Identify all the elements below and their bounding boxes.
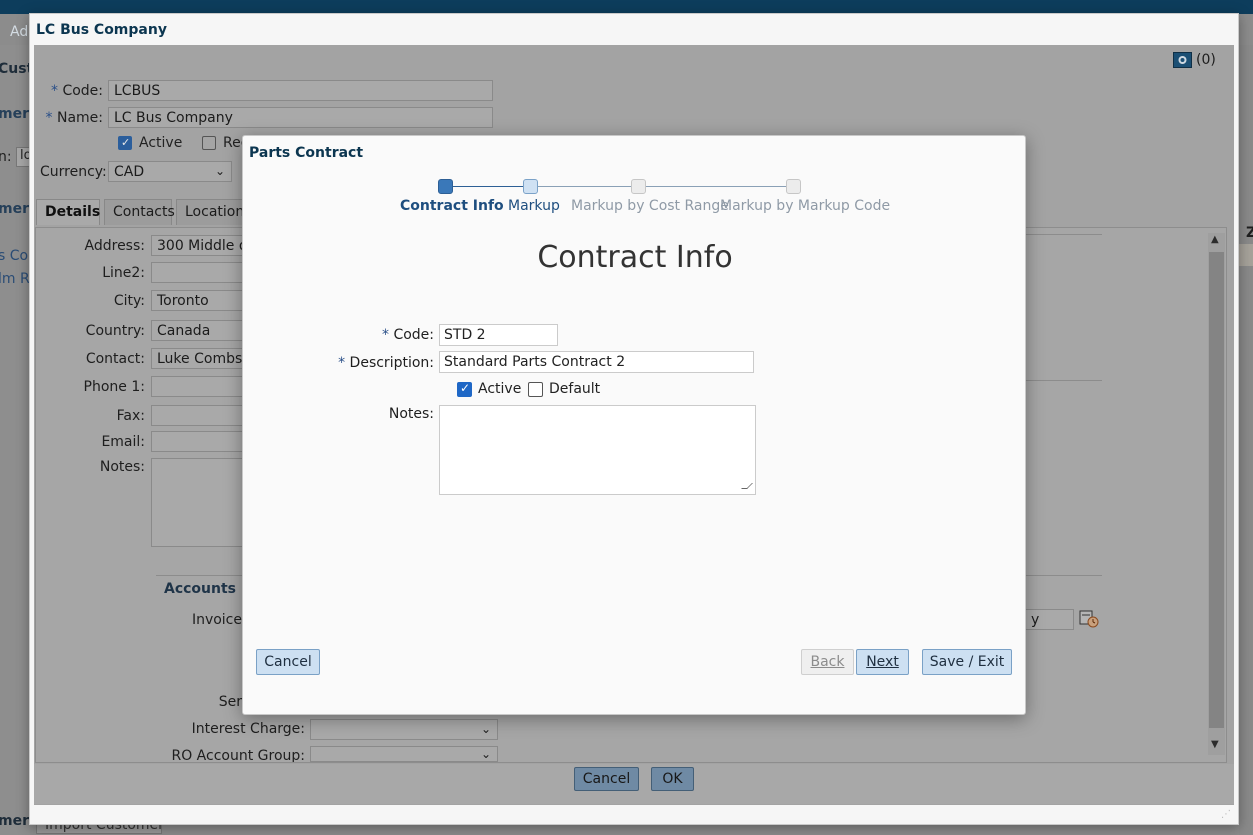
email-label: Email:: [101, 434, 145, 450]
contact-field[interactable]: Luke Combs: [151, 348, 246, 369]
dialog-back-button[interactable]: Back: [801, 649, 854, 675]
textarea-resize-icon[interactable]: [741, 483, 753, 489]
contract-description-label: * Description:: [338, 355, 434, 371]
dialog-save-exit-button[interactable]: Save / Exit: [922, 649, 1012, 675]
customer-active-label: Active: [139, 135, 183, 151]
right-divider-2: [1025, 380, 1102, 381]
customer-name-field[interactable]: LC Bus Company: [108, 107, 493, 128]
step-marker-markup-by-cost-range[interactable]: [631, 179, 646, 194]
attachment-count: (0): [1196, 52, 1216, 68]
address-field[interactable]: 300 Middle of: [151, 235, 246, 256]
camera-icon[interactable]: [1173, 52, 1192, 68]
step-marker-markup-by-markup-code[interactable]: [786, 179, 801, 194]
step-marker-contract-info[interactable]: [438, 179, 453, 194]
country-field[interactable]: Canada: [151, 320, 246, 341]
ro-account-group-label: RO Account Group:: [171, 748, 305, 762]
background-field-peek: lo: [16, 147, 32, 167]
app-header-bar: [0, 0, 1253, 14]
customer-notes-field[interactable]: [151, 458, 246, 547]
interest-charge-select[interactable]: ⌄: [310, 719, 498, 740]
customer-active-checkbox[interactable]: [118, 136, 132, 150]
fax-field[interactable]: [151, 405, 246, 426]
background-right-peek: Z: [1246, 225, 1253, 241]
right-divider: [1025, 234, 1102, 235]
scroll-down-icon[interactable]: ▼: [1211, 739, 1219, 750]
step-connector-1: [452, 186, 532, 187]
customer-window-title: LC Bus Company: [36, 22, 167, 38]
phone-label: Phone 1:: [83, 379, 145, 395]
contract-default-checkbox[interactable]: [528, 382, 543, 397]
background-highlight-row: [1239, 244, 1253, 266]
code-label: * Code:: [50, 83, 103, 99]
window-resize-grip-icon[interactable]: ⋰: [1221, 809, 1231, 820]
service-label: Ser: [218, 694, 242, 710]
background-label-peek: n:: [0, 149, 12, 165]
customer-rec-checkbox[interactable]: [202, 136, 216, 150]
step-label-markup[interactable]: Markup: [508, 198, 560, 214]
country-label: Country:: [85, 323, 145, 339]
city-field[interactable]: Toronto: [151, 290, 246, 311]
step-connector-3: [646, 186, 794, 187]
customer-ok-button[interactable]: OK: [651, 767, 694, 791]
address-label: Address:: [84, 238, 145, 254]
notes-label: Notes:: [99, 459, 145, 475]
chevron-down-icon: ⌄: [480, 722, 491, 736]
scroll-up-icon[interactable]: ▲: [1211, 234, 1219, 245]
contract-active-label: Active: [478, 381, 522, 397]
email-field[interactable]: [151, 431, 246, 452]
line2-field[interactable]: [151, 262, 246, 283]
right-field[interactable]: y: [1025, 609, 1074, 630]
accounts-heading: Accounts: [164, 581, 237, 597]
contract-default-label: Default: [549, 381, 601, 397]
contract-notes-label: Notes:: [388, 406, 434, 422]
step-label-markup-by-markup-code[interactable]: Markup by Markup Code: [720, 198, 890, 214]
name-label: * Name:: [45, 110, 103, 126]
tab-locations[interactable]: Locations: [176, 199, 246, 225]
calendar-clock-icon[interactable]: [1079, 609, 1100, 629]
chevron-down-icon: ⌄: [214, 164, 225, 178]
currency-select[interactable]: CAD ⌄: [108, 161, 232, 182]
contract-code-input[interactable]: STD 2: [439, 324, 558, 346]
tab-contacts[interactable]: Contacts: [104, 199, 175, 225]
step-label-markup-by-cost-range[interactable]: Markup by Cost Range: [571, 198, 729, 214]
invoice-label: Invoice: [191, 612, 242, 628]
contact-label: Contact:: [85, 351, 145, 367]
contract-active-checkbox[interactable]: [457, 381, 472, 397]
tab-details[interactable]: Details: [36, 199, 100, 225]
city-label: City:: [113, 293, 145, 309]
fax-label: Fax:: [116, 408, 145, 424]
currency-label: Currency:: [40, 164, 107, 180]
interest-charge-label: Interest Charge:: [191, 721, 305, 737]
phone-field[interactable]: [151, 376, 246, 397]
contract-description-input[interactable]: Standard Parts Contract 2: [439, 351, 754, 373]
contract-notes-textarea[interactable]: [439, 405, 756, 495]
step-label-contract-info[interactable]: Contract Info: [400, 198, 504, 214]
dialog-title: Parts Contract: [249, 145, 364, 161]
step-marker-markup[interactable]: [523, 179, 538, 194]
line2-label: Line2:: [102, 265, 145, 281]
dialog-next-button[interactable]: Next: [856, 649, 909, 675]
ro-account-group-select[interactable]: ⌄: [310, 746, 498, 762]
customer-cancel-button[interactable]: Cancel: [574, 767, 639, 791]
contract-code-label: * Code:: [381, 327, 434, 343]
details-scrollbar-thumb[interactable]: [1209, 252, 1224, 728]
chevron-down-icon: ⌄: [480, 747, 491, 761]
step-connector-2: [538, 186, 638, 187]
customer-code-field[interactable]: LCBUS: [108, 80, 493, 101]
step-heading: Contract Info: [537, 240, 733, 275]
background-right-strip: [1239, 45, 1253, 835]
dialog-cancel-button[interactable]: Cancel: [256, 649, 320, 675]
